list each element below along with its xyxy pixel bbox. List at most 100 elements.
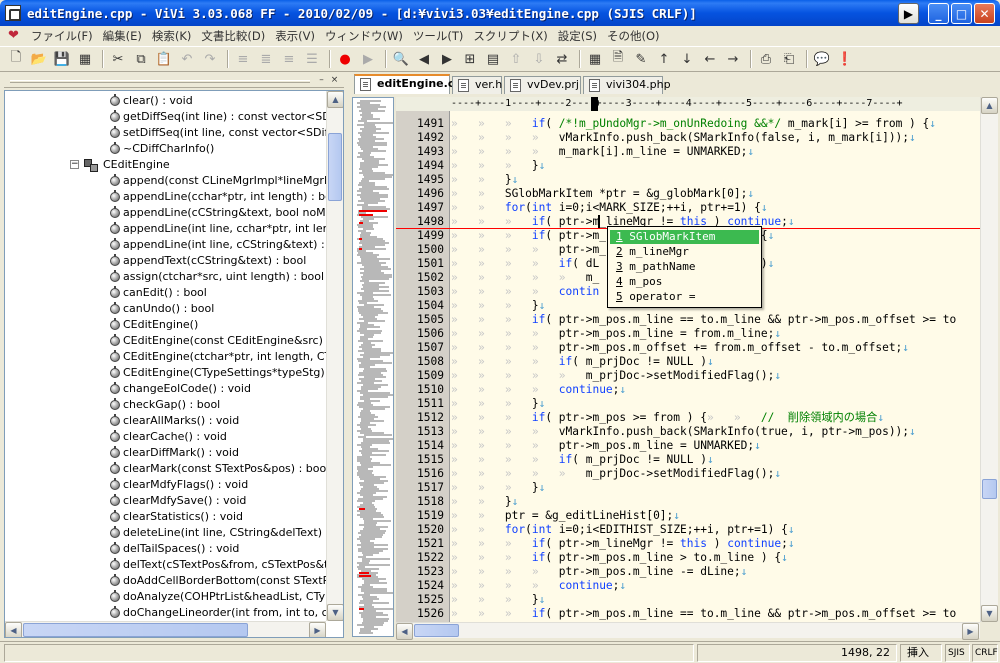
help-icon[interactable]: ❗ — [835, 49, 855, 69]
tree-item[interactable]: clearCache() : void — [5, 429, 327, 445]
editor-scroll-left-icon[interactable]: ◀ — [396, 623, 413, 640]
code-line[interactable]: 1519 » » ptr = &g_editLineHist[0];↓ — [417, 509, 980, 523]
grid-icon[interactable]: ▦ — [585, 49, 605, 69]
align-right-icon[interactable]: ≡ — [279, 49, 299, 69]
code-line[interactable]: 1521 » » » if( ptr->m_lineMgr != this ) c… — [417, 537, 980, 551]
tree-horizontal-scrollbar[interactable]: ◀ ▶ — [5, 621, 326, 637]
open-folder-icon[interactable]: 📂 — [29, 49, 49, 69]
tree-item[interactable]: getDiffSeq(int line) : const vector<SDif… — [5, 109, 341, 125]
tree-item[interactable]: clearMark(const STextPos&pos) : bool — [5, 461, 329, 477]
tree-item[interactable]: clearStatistics() : void — [5, 509, 327, 525]
code-line[interactable]: 1523 » » » » ptr->m_pos.m_line -= dLine;↓ — [417, 565, 980, 579]
arrow-down-icon[interactable]: ↓ — [677, 49, 697, 69]
panel-grip[interactable] — [10, 80, 310, 83]
code-line[interactable]: 1518 » » }↓ — [417, 495, 980, 509]
tree-item[interactable]: ~CDiffCharInfo() — [5, 141, 327, 157]
code-line[interactable]: 1514 » » » » ptr->m_pos.m_line = UNMARKED… — [417, 439, 980, 453]
tree-item[interactable]: appendLine(int line, cCString&text) : bo… — [5, 237, 343, 253]
maximize-button[interactable]: □ — [951, 3, 972, 24]
menu-item[interactable]: 検索(K) — [147, 28, 197, 44]
editor-scroll-down-icon[interactable]: ▼ — [981, 605, 998, 622]
tree-item[interactable]: clearMdfyFlags() : void — [5, 477, 327, 493]
insert-mode[interactable]: 挿入 — [900, 644, 942, 662]
menu-item[interactable]: 設定(S) — [553, 28, 602, 44]
autocomplete-popup[interactable]: 1 SGlobMarkItem 2 m_lineMgr 3 m_pathName 4 … — [607, 226, 762, 308]
completion-item[interactable]: 1 SGlobMarkItem — [610, 230, 759, 244]
code-line[interactable]: 1509 » » » » » m_prjDoc->setModifiedFlag(… — [417, 369, 980, 383]
tree-hscroll-thumb[interactable] — [23, 623, 248, 637]
menu-item[interactable]: ファイル(F) — [26, 28, 98, 44]
editor-scroll-up-icon[interactable]: ▲ — [981, 97, 998, 114]
pin-icon[interactable]: – — [316, 75, 327, 86]
menu-item[interactable]: 文書比較(D) — [196, 28, 270, 44]
record-macro-icon[interactable]: ● — [335, 49, 355, 69]
jump-down-icon[interactable]: ⇩ — [529, 49, 549, 69]
grep-icon[interactable]: ⊞ — [460, 49, 480, 69]
code-line[interactable]: 1517 » » » }↓ — [417, 481, 980, 495]
tree-item[interactable]: CEditEngine() — [5, 317, 327, 333]
jump-up-icon[interactable]: ⇧ — [506, 49, 526, 69]
tree-item[interactable]: clearMdfySave() : void — [5, 493, 327, 509]
save-icon[interactable]: 💾 — [52, 49, 72, 69]
align-center-icon[interactable]: ≣ — [256, 49, 276, 69]
editor-horizontal-scrollbar[interactable]: ◀ ▶ — [396, 622, 980, 640]
tree-item[interactable]: CEditEngine(ctchar*ptr, int length, CTyp — [5, 349, 343, 365]
tree-vertical-scrollbar[interactable]: ▲ ▼ — [326, 91, 343, 621]
completion-item[interactable]: 5 operator = — [610, 290, 759, 304]
completion-item[interactable]: 2 m_lineMgr — [610, 245, 759, 259]
code-line[interactable]: 1522 » » » if( ptr->m_pos.m_line > to.m_l… — [417, 551, 980, 565]
code-line[interactable]: 1520 » » for(int i=0;i<EDITHIST_SIZE;++i,… — [417, 523, 980, 537]
arrow-up-icon[interactable]: ↑ — [654, 49, 674, 69]
arrow-right-icon[interactable]: → — [723, 49, 743, 69]
editor-hscroll-thumb[interactable] — [414, 624, 459, 637]
code-line[interactable]: 1512» » » if( ptr->m_pos >= from ) {» » … — [417, 411, 980, 425]
find-prev-icon[interactable]: ◀ — [414, 49, 434, 69]
print-preview-icon[interactable]: ⎗ — [779, 49, 799, 69]
code-line[interactable]: 1525 » » » }↓ — [417, 593, 980, 607]
code-line[interactable]: 1506 » » » » ptr->m_pos.m_line = from.m_l… — [417, 327, 980, 341]
code-line[interactable]: 1524» » » » continue;↓ — [417, 579, 980, 593]
tree-item[interactable]: delTailSpaces() : void — [5, 541, 327, 557]
play-macro-icon[interactable]: ▶ — [358, 49, 378, 69]
menu-item[interactable]: スクリプト(X) — [468, 28, 552, 44]
scroll-left-icon[interactable]: ◀ — [5, 622, 22, 637]
editor-tab[interactable]: ver.h — [452, 76, 502, 94]
calendar-icon[interactable]: ▤ — [483, 49, 503, 69]
tree-item[interactable]: changeEolCode() : void — [5, 381, 327, 397]
close-panel-icon[interactable]: × — [329, 75, 340, 86]
menu-item[interactable]: ツール(T) — [408, 28, 469, 44]
tree-item[interactable]: doAddCellBorderBottom(const STextPo — [5, 573, 336, 589]
tree-item[interactable]: canEdit() : bool — [5, 285, 327, 301]
collapse-icon[interactable]: − — [70, 160, 79, 169]
code-editor[interactable]: ----+----1----+----2----+----3----+----4… — [396, 97, 980, 622]
code-area[interactable]: 1491» » » if( /*!m_pUndoMgr->m_onUnRedoi… — [396, 111, 980, 622]
code-line[interactable]: 1496 » » SGlobMarkItem *ptr = &g_globMark… — [417, 187, 980, 201]
tree-item[interactable]: CEditEngine(const CEditEngine&src) — [5, 333, 327, 349]
app-icon[interactable] — [5, 5, 21, 21]
tree-item[interactable]: deleteLine(int line, CString&delText) : … — [5, 525, 340, 541]
tree-item[interactable]: appendLine(cchar*ptr, int length) : bool — [5, 189, 342, 205]
menu-item[interactable]: 編集(E) — [98, 28, 147, 44]
find-next-icon[interactable]: ▶ — [437, 49, 457, 69]
code-line[interactable]: 1526 » » » if( ptr->m_pos.m_line == to.m_… — [417, 607, 980, 621]
editor-vertical-scrollbar[interactable]: ▲ ▼ — [980, 97, 998, 622]
align-left-icon[interactable]: ≡ — [233, 49, 253, 69]
find-icon[interactable]: 🔍 — [391, 49, 411, 69]
arrow-left-icon[interactable]: ← — [700, 49, 720, 69]
code-line[interactable]: 1507 » » » » ptr->m_pos.m_offset += from.… — [417, 341, 980, 355]
redo-icon[interactable]: ↷ — [200, 49, 220, 69]
code-line[interactable]: 1510» » » » continue;↓ — [417, 383, 980, 397]
menu-item[interactable]: ウィンドウ(W) — [320, 28, 408, 44]
tree-item[interactable]: append(const CLineMgrImpl*lineMgrImp — [5, 173, 343, 189]
code-line[interactable]: 1491 » » » if( /*!m_pUndoMgr->m_onUnRedoi… — [417, 117, 980, 131]
code-line[interactable]: 1516 » » » » » m_prjDoc->setModifiedFlag(… — [417, 467, 980, 481]
tree-scroll-thumb[interactable] — [328, 133, 342, 201]
tree-item[interactable]: assign(ctchar*src, uint length) : bool — [5, 269, 327, 285]
completion-item[interactable]: 3 m_pathName — [610, 260, 759, 274]
tree-item[interactable]: doAnalyze(COHPtrList&headList, CType — [5, 589, 339, 605]
save-all-icon[interactable]: ▦ — [75, 49, 95, 69]
tree-item[interactable]: clear() : void — [5, 93, 327, 109]
close-button[interactable]: ✕ — [974, 3, 995, 24]
cut-icon[interactable]: ✂ — [108, 49, 128, 69]
tree-item[interactable]: checkGap() : bool — [5, 397, 327, 413]
